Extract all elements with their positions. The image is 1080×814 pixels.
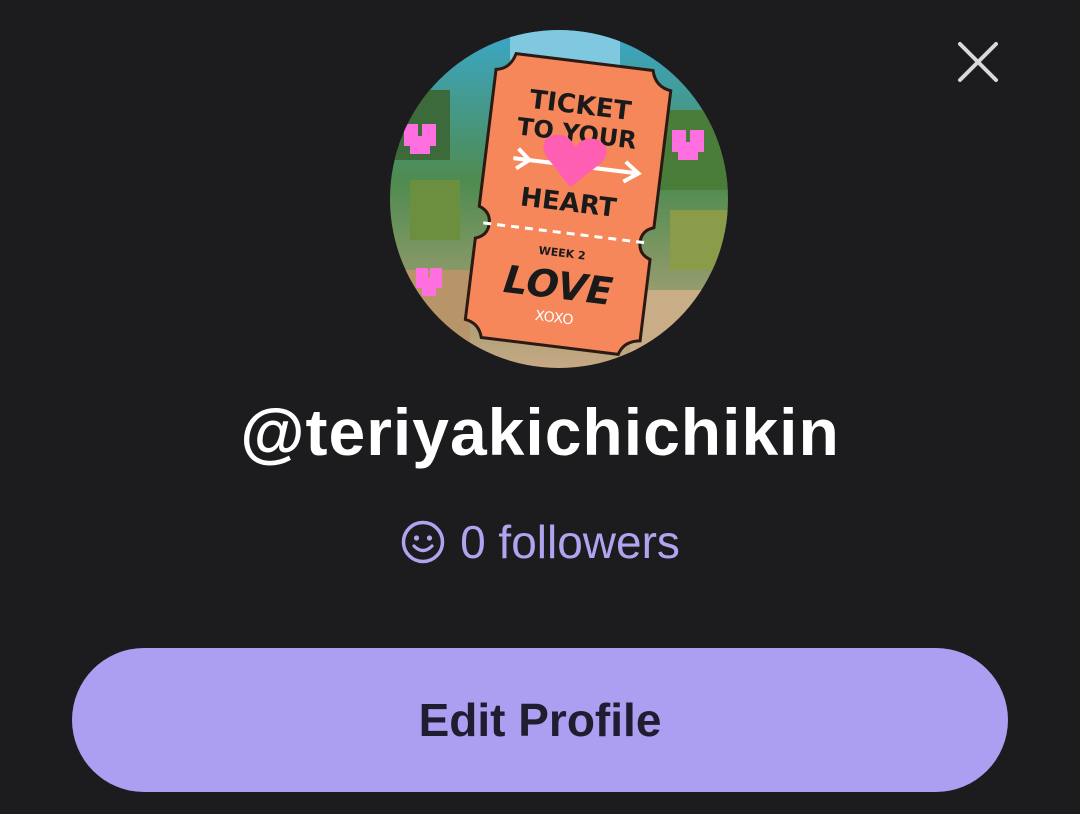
followers-text: 0 followers xyxy=(460,516,680,568)
smiley-face-icon xyxy=(400,519,446,565)
edit-profile-button[interactable]: Edit Profile xyxy=(72,648,1008,792)
close-icon xyxy=(958,42,998,82)
close-button[interactable] xyxy=(952,36,1004,88)
avatar: TICKET TO YOUR HEART WEEK 2 LOVE XOXO xyxy=(390,30,728,368)
profile-username: @teriyakichichikin xyxy=(240,395,840,469)
followers-count[interactable]: 0 followers xyxy=(0,512,1080,572)
